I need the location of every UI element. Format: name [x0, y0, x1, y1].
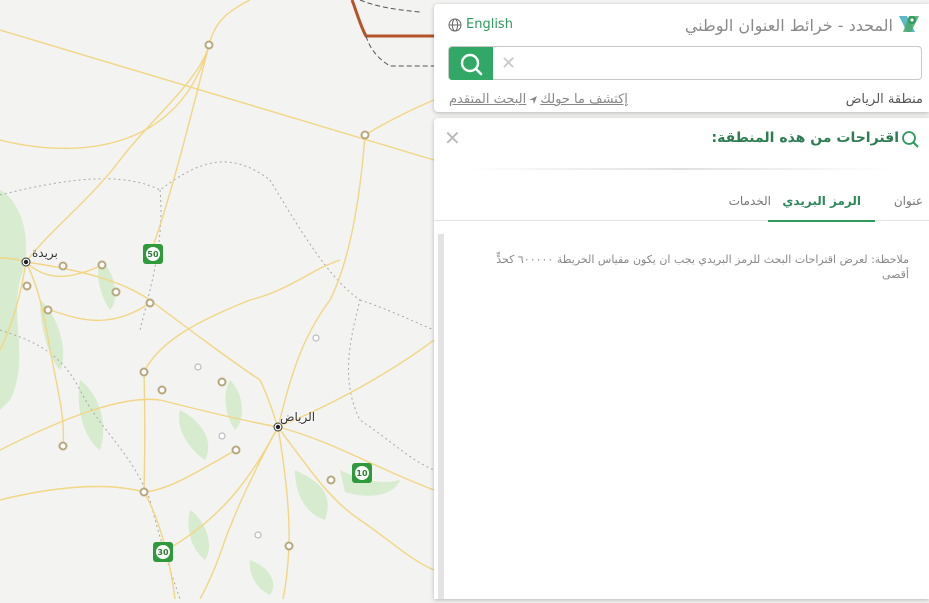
city-label-buraydah: بريدة [32, 246, 58, 260]
search-panel: المحدد - خرائط العنوان الوطني English ✕ … [434, 4, 929, 112]
highway-shield-50: 50 [143, 244, 163, 264]
close-panel-close-icon[interactable]: ✕ [444, 126, 461, 150]
clear-search-close-icon[interactable]: ✕ [501, 53, 516, 74]
tab-postal-code[interactable]: الرمز البريدي [768, 194, 875, 222]
highway-shield-30: 30 [153, 542, 173, 562]
postal-code-note: ملاحظة: لعرض اقتراحات البحث للرمز البريد… [496, 253, 909, 281]
suggestions-panel: اقتراحات من هذه المنطقة: ✕ عنوان الرمز ا… [434, 118, 929, 599]
search-icon [460, 53, 483, 75]
app-title: المحدد - خرائط العنوان الوطني [684, 16, 893, 35]
city-label-riyadh: الرياض [280, 410, 316, 424]
divider [464, 168, 894, 170]
explore-nearby-link[interactable]: إكتشف ما حولك [540, 92, 628, 107]
scrollbar[interactable] [438, 234, 444, 599]
suggestions-tabs: عنوان الرمز البريدي الخدمات [434, 188, 929, 222]
search-icon [902, 131, 919, 148]
advanced-search-link[interactable]: البحث المتقدم [449, 92, 526, 107]
suggestions-title: اقتراحات من هذه المنطقة: [711, 130, 899, 146]
tab-services[interactable]: الخدمات [729, 194, 771, 220]
highway-shield-number: 50 [146, 247, 160, 261]
region-label: منطقة الرياض [845, 92, 923, 107]
quick-links: إكتشف ما حولك البحث المتقدم [449, 92, 628, 107]
navigation-arrow-icon [529, 95, 538, 104]
search-input[interactable] [523, 49, 917, 79]
location-pin-logo-icon [899, 16, 919, 32]
highway-shield-number: 10 [355, 466, 369, 480]
globe-icon [448, 18, 462, 31]
language-switch[interactable]: English [448, 17, 513, 32]
tab-address[interactable]: عنوان [894, 194, 923, 220]
search-button[interactable] [449, 47, 493, 80]
highway-shield-number: 30 [156, 545, 170, 559]
search-box: ✕ [448, 46, 922, 80]
language-label[interactable]: English [466, 17, 513, 32]
highway-shield-10: 10 [352, 463, 372, 483]
